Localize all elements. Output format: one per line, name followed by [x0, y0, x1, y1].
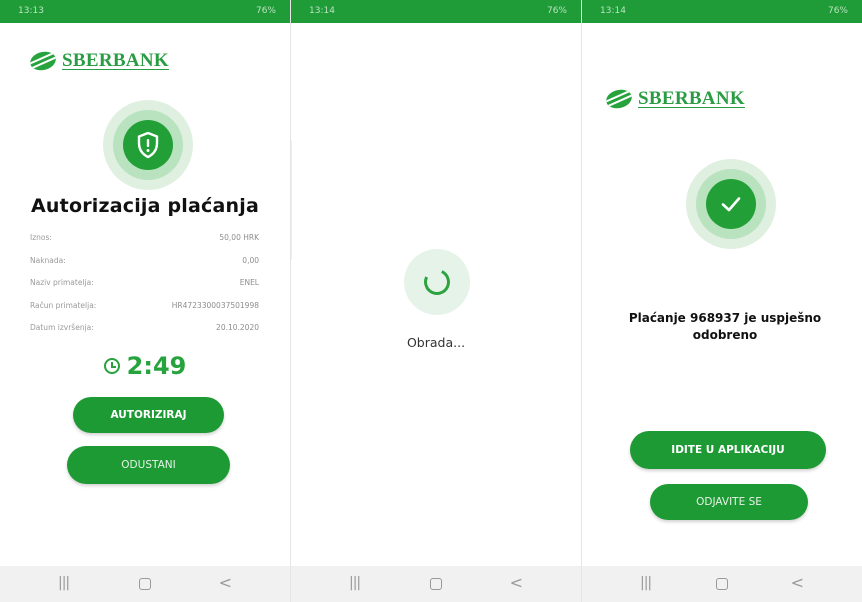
- back-icon[interactable]: <: [791, 573, 804, 592]
- battery-level: 76%: [255, 6, 276, 16]
- home-icon[interactable]: [716, 578, 728, 590]
- shield-icon-ring: [103, 100, 193, 190]
- divider: [291, 140, 292, 260]
- status-time: 13:14: [600, 6, 626, 16]
- detail-row: Račun primatelja: HR4723300037501998: [30, 301, 259, 324]
- authorize-button[interactable]: AUTORIZIRAJ: [73, 397, 224, 433]
- detail-row: Iznos: 50,00 HRK: [30, 233, 259, 256]
- home-icon[interactable]: [139, 578, 151, 590]
- detail-value: 20.10.2020: [216, 323, 259, 332]
- sberbank-logo: SBERBANK: [28, 49, 169, 73]
- brand-name: SBERBANK: [638, 88, 745, 109]
- detail-label: Iznos:: [30, 233, 52, 242]
- sberbank-logo-icon: [604, 87, 634, 111]
- detail-row: Naziv primatelja: ENEL: [30, 278, 259, 301]
- detail-row: Datum izvršenja: 20.10.2020: [30, 323, 259, 346]
- sberbank-logo: SBERBANK: [604, 87, 745, 111]
- processing-text: Obrada...: [406, 335, 466, 350]
- battery-level: 76%: [827, 6, 848, 16]
- home-icon[interactable]: [430, 578, 442, 590]
- screens: 13:13 76% SBERBANK Autorizacija plaćanja: [0, 0, 862, 602]
- detail-value: 0,00: [242, 255, 259, 265]
- sberbank-logo-icon: [28, 49, 58, 73]
- brand-name: SBERBANK: [62, 50, 169, 71]
- android-nav-bar: ||| <: [291, 566, 581, 602]
- checkmark-icon: [721, 197, 741, 212]
- logout-button[interactable]: ODJAVITE SE: [650, 484, 808, 520]
- back-icon[interactable]: <: [219, 573, 232, 592]
- recents-icon[interactable]: |||: [640, 575, 652, 591]
- recents-icon[interactable]: |||: [58, 575, 70, 591]
- status-time: 13:13: [18, 6, 44, 16]
- android-nav-bar: ||| <: [0, 566, 290, 602]
- success-screen: 13:14 76% SBERBANK Plaćanje 968937 je us…: [581, 0, 862, 602]
- detail-value: HR4723300037501998: [171, 300, 259, 310]
- detail-label: Naziv primatelja:: [30, 278, 94, 287]
- cancel-button[interactable]: ODUSTANI: [67, 446, 230, 484]
- status-bar: 13:14 76%: [582, 0, 862, 23]
- detail-label: Naknada:: [30, 255, 66, 265]
- countdown-timer: 2:49: [0, 352, 290, 380]
- payment-details: Iznos: 50,00 HRK Naknada: 0,00 Naziv pri…: [30, 233, 259, 346]
- authorization-screen: 13:13 76% SBERBANK Autorizacija plaćanja: [0, 0, 290, 602]
- back-icon[interactable]: <: [510, 573, 523, 592]
- status-bar: 13:13 76%: [0, 0, 290, 23]
- timer-value: 2:49: [126, 352, 187, 380]
- detail-row: Naknada: 0,00: [30, 256, 259, 279]
- android-nav-bar: ||| <: [582, 566, 862, 602]
- status-time: 13:14: [309, 6, 335, 16]
- detail-label: Račun primatelja:: [30, 300, 97, 310]
- shield-alert-icon: [137, 131, 159, 159]
- detail-value: ENEL: [239, 278, 259, 287]
- detail-value: 50,00 HRK: [219, 233, 259, 242]
- go-to-app-button[interactable]: IDITE U APLIKACIJU: [630, 431, 826, 469]
- checkmark-icon-ring: [686, 159, 776, 249]
- page-title: Autorizacija plaćanja: [31, 195, 259, 217]
- status-bar: 13:14 76%: [291, 0, 581, 23]
- processing-screen: 13:14 76% Obrada... ||| <: [290, 0, 581, 602]
- success-message: Plaćanje 968937 je uspješno odobreno: [628, 311, 822, 342]
- battery-level: 76%: [546, 6, 567, 16]
- clock-icon: [103, 358, 120, 374]
- recents-icon[interactable]: |||: [349, 575, 361, 591]
- detail-label: Datum izvršenja:: [30, 323, 94, 332]
